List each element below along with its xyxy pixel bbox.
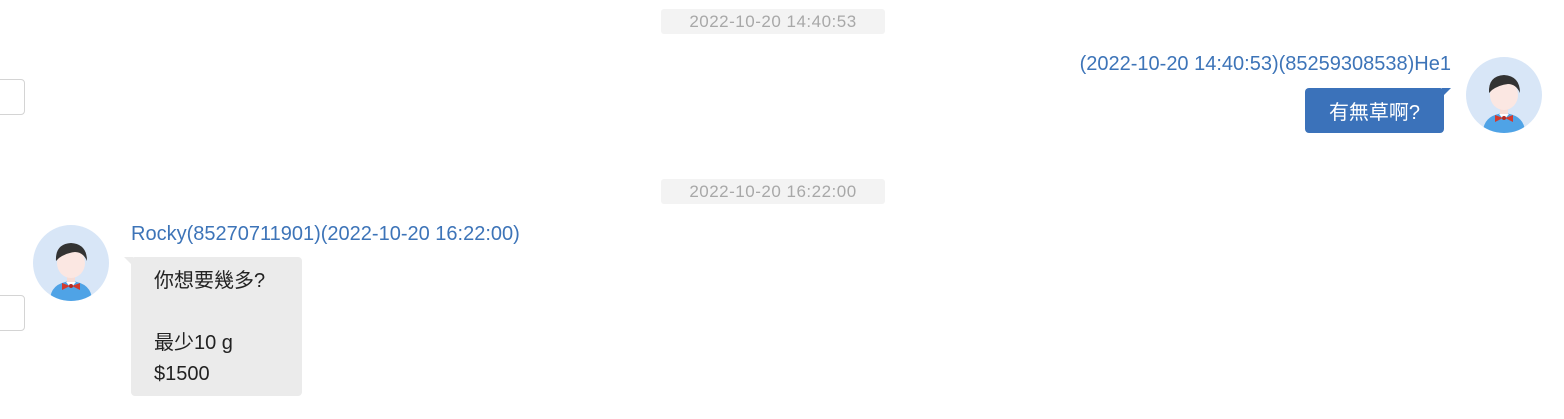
- avatar-figure-icon: [1483, 75, 1525, 133]
- user-avatar-icon[interactable]: [33, 225, 109, 301]
- message-bubble-incoming[interactable]: 你想要幾多? 最少10 g $1500: [124, 257, 302, 396]
- message-text: 有無草啊?: [1328, 102, 1421, 124]
- message-select-checkbox[interactable]: [0, 295, 25, 331]
- message-bubble-outgoing[interactable]: 有無草啊?: [1305, 88, 1451, 133]
- timestamp-divider: 2022-10-20 16:22:00: [661, 179, 885, 204]
- sender-info: (2022-10-20 14:40:53)(85259308538)He1: [1079, 53, 1451, 75]
- sender-info: Rocky(85270711901)(2022-10-20 16:22:00): [131, 223, 520, 245]
- avatar-figure-icon: [50, 243, 92, 301]
- timestamp-divider: 2022-10-20 14:40:53: [661, 9, 885, 34]
- user-avatar-icon[interactable]: [1466, 57, 1542, 133]
- message-select-checkbox[interactable]: [0, 79, 25, 115]
